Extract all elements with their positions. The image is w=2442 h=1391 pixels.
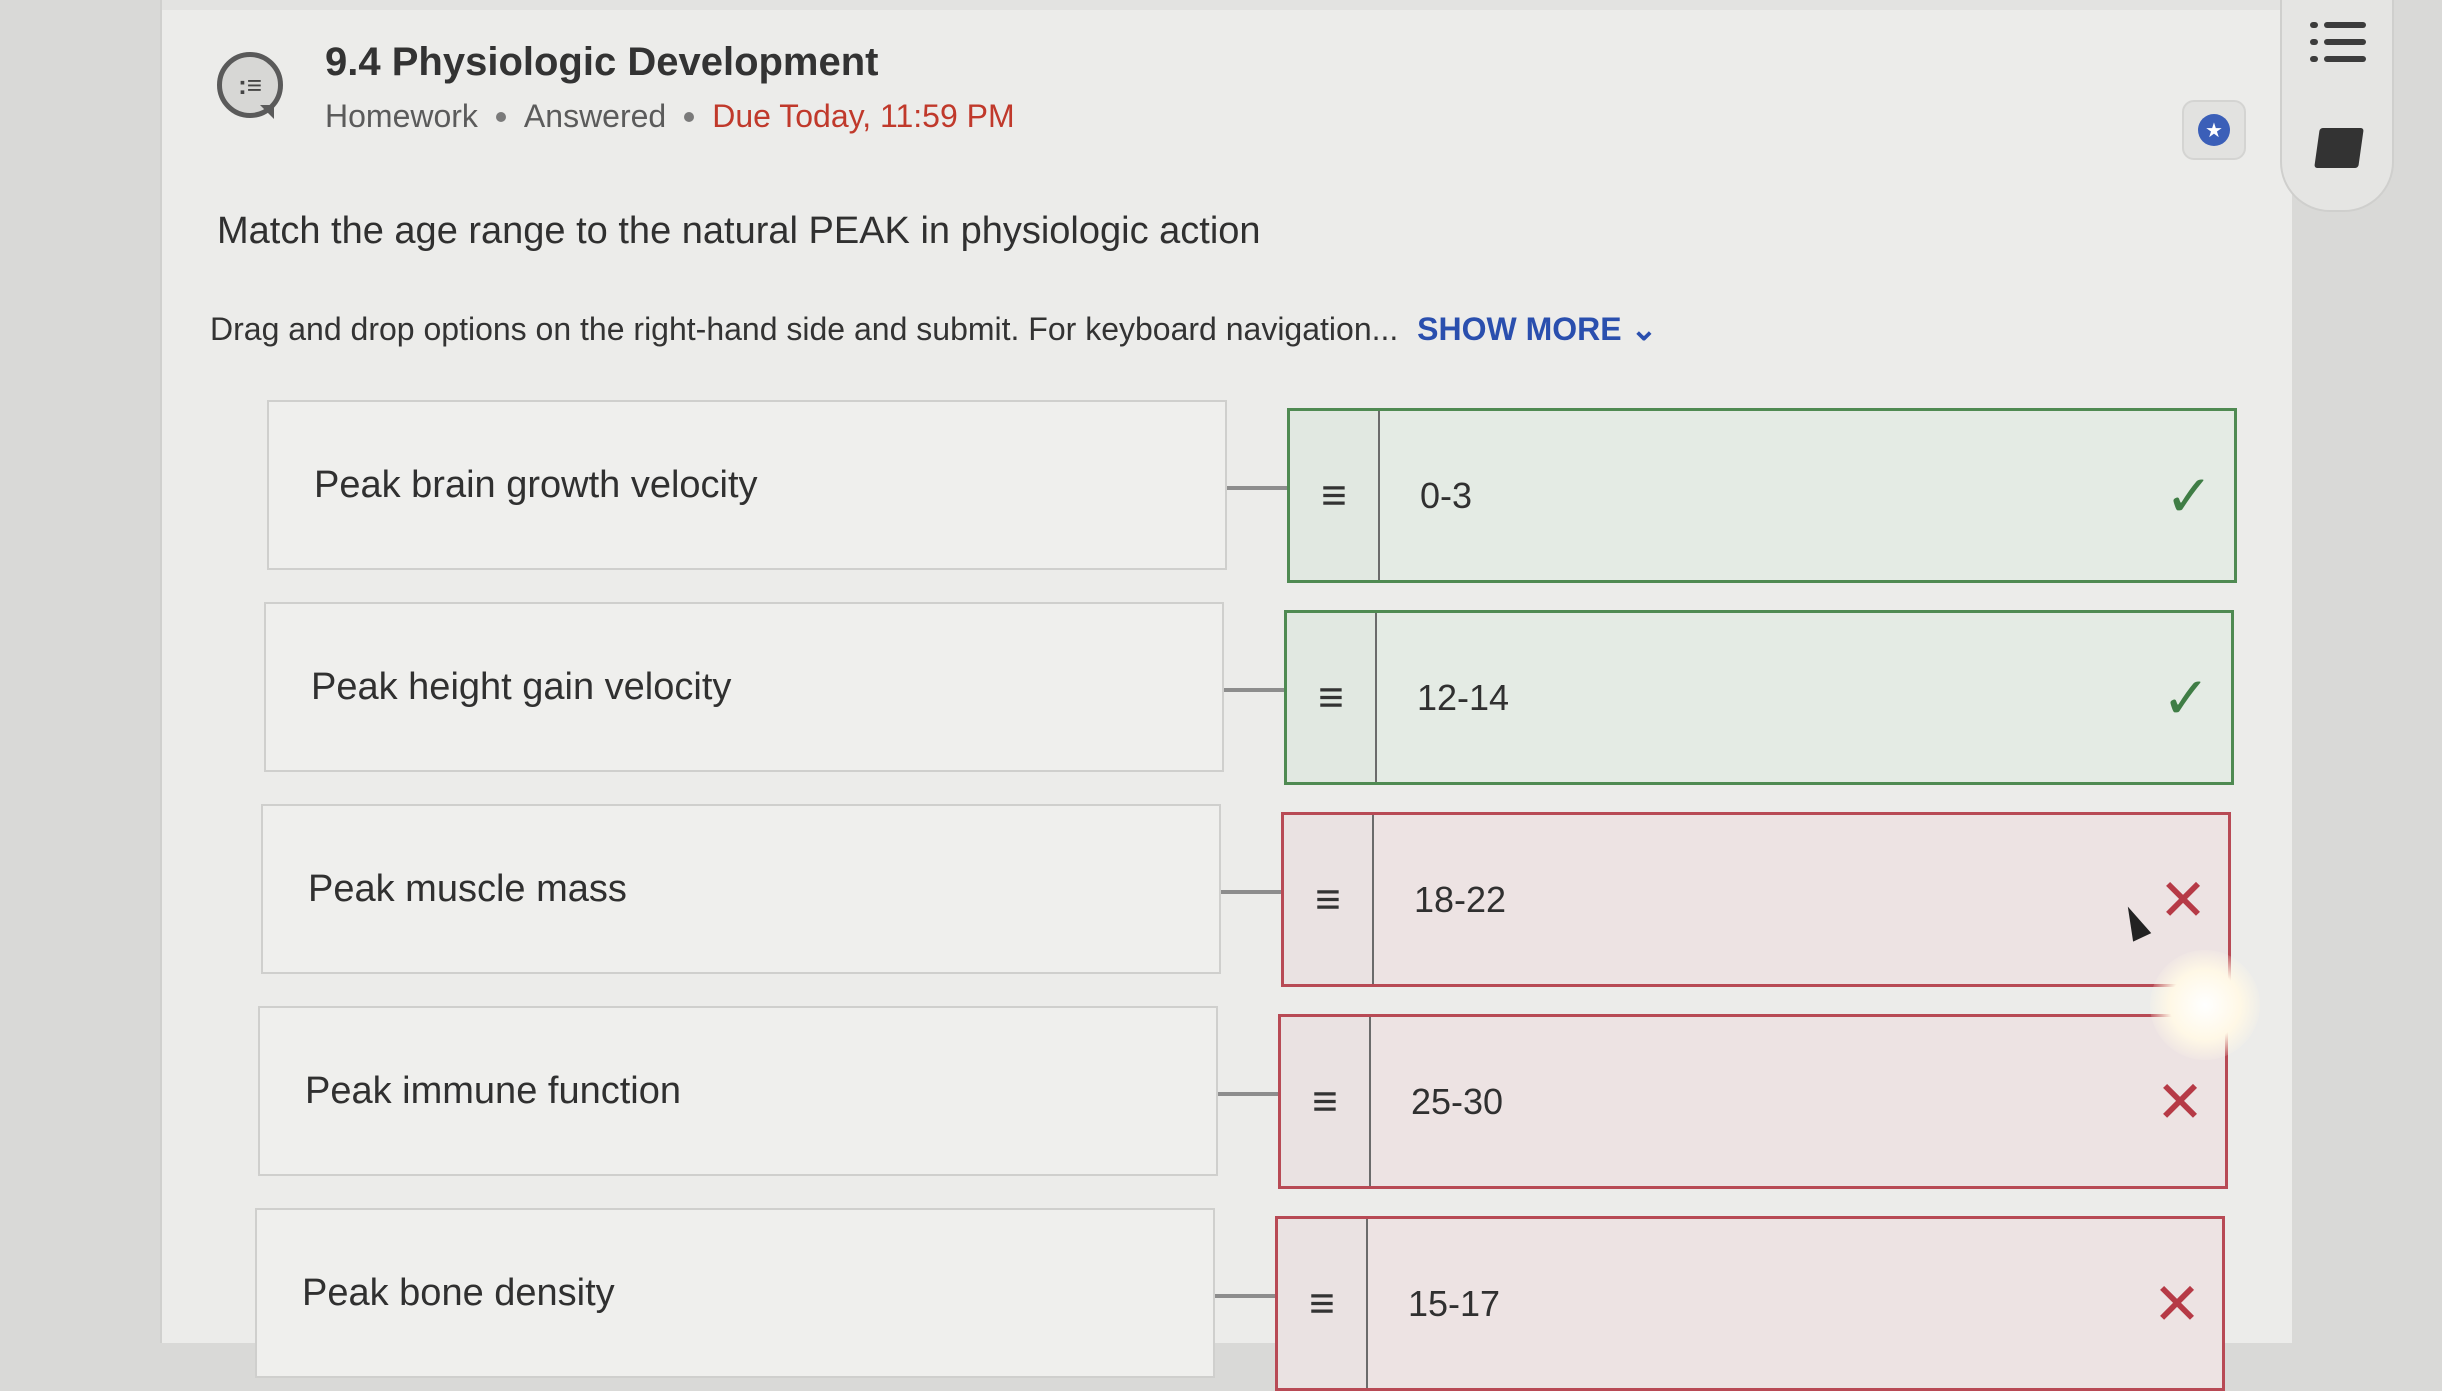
prompt-label: Peak bone density [302,1271,615,1314]
answer-value: 18-22 [1414,878,1507,920]
prompt-box: Peak brain growth velocity [267,400,1227,570]
checkmark-icon: ✓ [2164,463,2214,529]
separator-dot [495,111,506,122]
answer-card[interactable]: ≡ 18-22 ✕ [1281,812,2231,987]
prompt-label: Peak immune function [305,1069,681,1112]
instructions-text: Drag and drop options on the right-hand … [210,310,1657,348]
prompt-label: Peak brain growth velocity [314,463,758,506]
match-row: Peak height gain velocity ≡ 12-14 ✓ [162,602,2292,785]
prompt-box: Peak muscle mass [261,804,1221,974]
assignment-status: Answered [523,98,667,134]
screen-glare [2150,950,2260,1060]
chevron-down-icon: ⌄ [1630,311,1658,347]
answer-card[interactable]: ≡ 12-14 ✓ [1284,610,2234,785]
connector-line [1218,1092,1278,1096]
drag-handle-icon[interactable]: ≡ [1281,1017,1371,1186]
checkmark-icon: ✓ [2161,665,2211,731]
book-icon[interactable] [2314,128,2364,168]
connector-line [1224,688,1284,692]
drag-handle-icon[interactable]: ≡ [1278,1219,1368,1388]
assignment-meta: Homework Answered Due Today, 11:59 PM [325,98,1015,135]
due-date: Due Today, 11:59 PM [712,98,1015,134]
match-row: Peak muscle mass ≡ 18-22 ✕ [162,804,2292,987]
drag-handle-icon[interactable]: ≡ [1287,613,1377,782]
assignment-page: :≡ 9.4 Physiologic Development Homework … [160,0,2292,1391]
answer-value: 15-17 [1408,1282,1501,1324]
assignment-list-icon: :≡ [217,52,283,119]
answer-card[interactable]: ≡ 0-3 ✓ [1287,408,2237,583]
show-more-link[interactable]: SHOW MORE ⌄ [1417,311,1657,347]
connector-line [1215,1294,1275,1298]
instructions-body: Drag and drop options on the right-hand … [210,311,1399,347]
answer-card[interactable]: ≡ 25-30 ✕ [1278,1014,2228,1189]
prompt-box: Peak height gain velocity [264,602,1224,772]
drag-handle-icon[interactable]: ≡ [1290,411,1380,580]
star-badge-button[interactable]: ★ [2182,100,2246,160]
drag-handle-icon[interactable]: ≡ [1284,815,1374,984]
answer-value: 0-3 [1420,474,1473,516]
match-row: Peak brain growth velocity ≡ 0-3 ✓ [162,400,2292,583]
connector-line [1221,890,1281,894]
answer-value: 12-14 [1417,676,1510,718]
prompt-box: Peak bone density [255,1208,1215,1378]
right-tool-rail [2280,0,2394,212]
top-divider [162,0,2292,10]
question-text: Match the age range to the natural PEAK … [217,210,1261,252]
page-title: 9.4 Physiologic Development [325,40,879,84]
table-of-contents-icon[interactable] [2310,14,2366,70]
show-more-label: SHOW MORE [1417,311,1622,347]
answer-card[interactable]: ≡ 15-17 ✕ [1275,1216,2225,1391]
prompt-box: Peak immune function [258,1006,1218,1176]
match-row: Peak bone density ≡ 15-17 ✕ [162,1208,2292,1391]
connector-line [1227,486,1287,490]
separator-dot [684,111,695,122]
prompt-label: Peak muscle mass [308,867,627,910]
match-row: Peak immune function ≡ 25-30 ✕ [162,1006,2292,1189]
star-badge-icon: ★ [2198,114,2230,146]
prompt-label: Peak height gain velocity [311,665,732,708]
assignment-type: Homework [325,98,478,134]
x-mark-icon: ✕ [2152,1271,2202,1337]
answer-value: 25-30 [1411,1080,1504,1122]
